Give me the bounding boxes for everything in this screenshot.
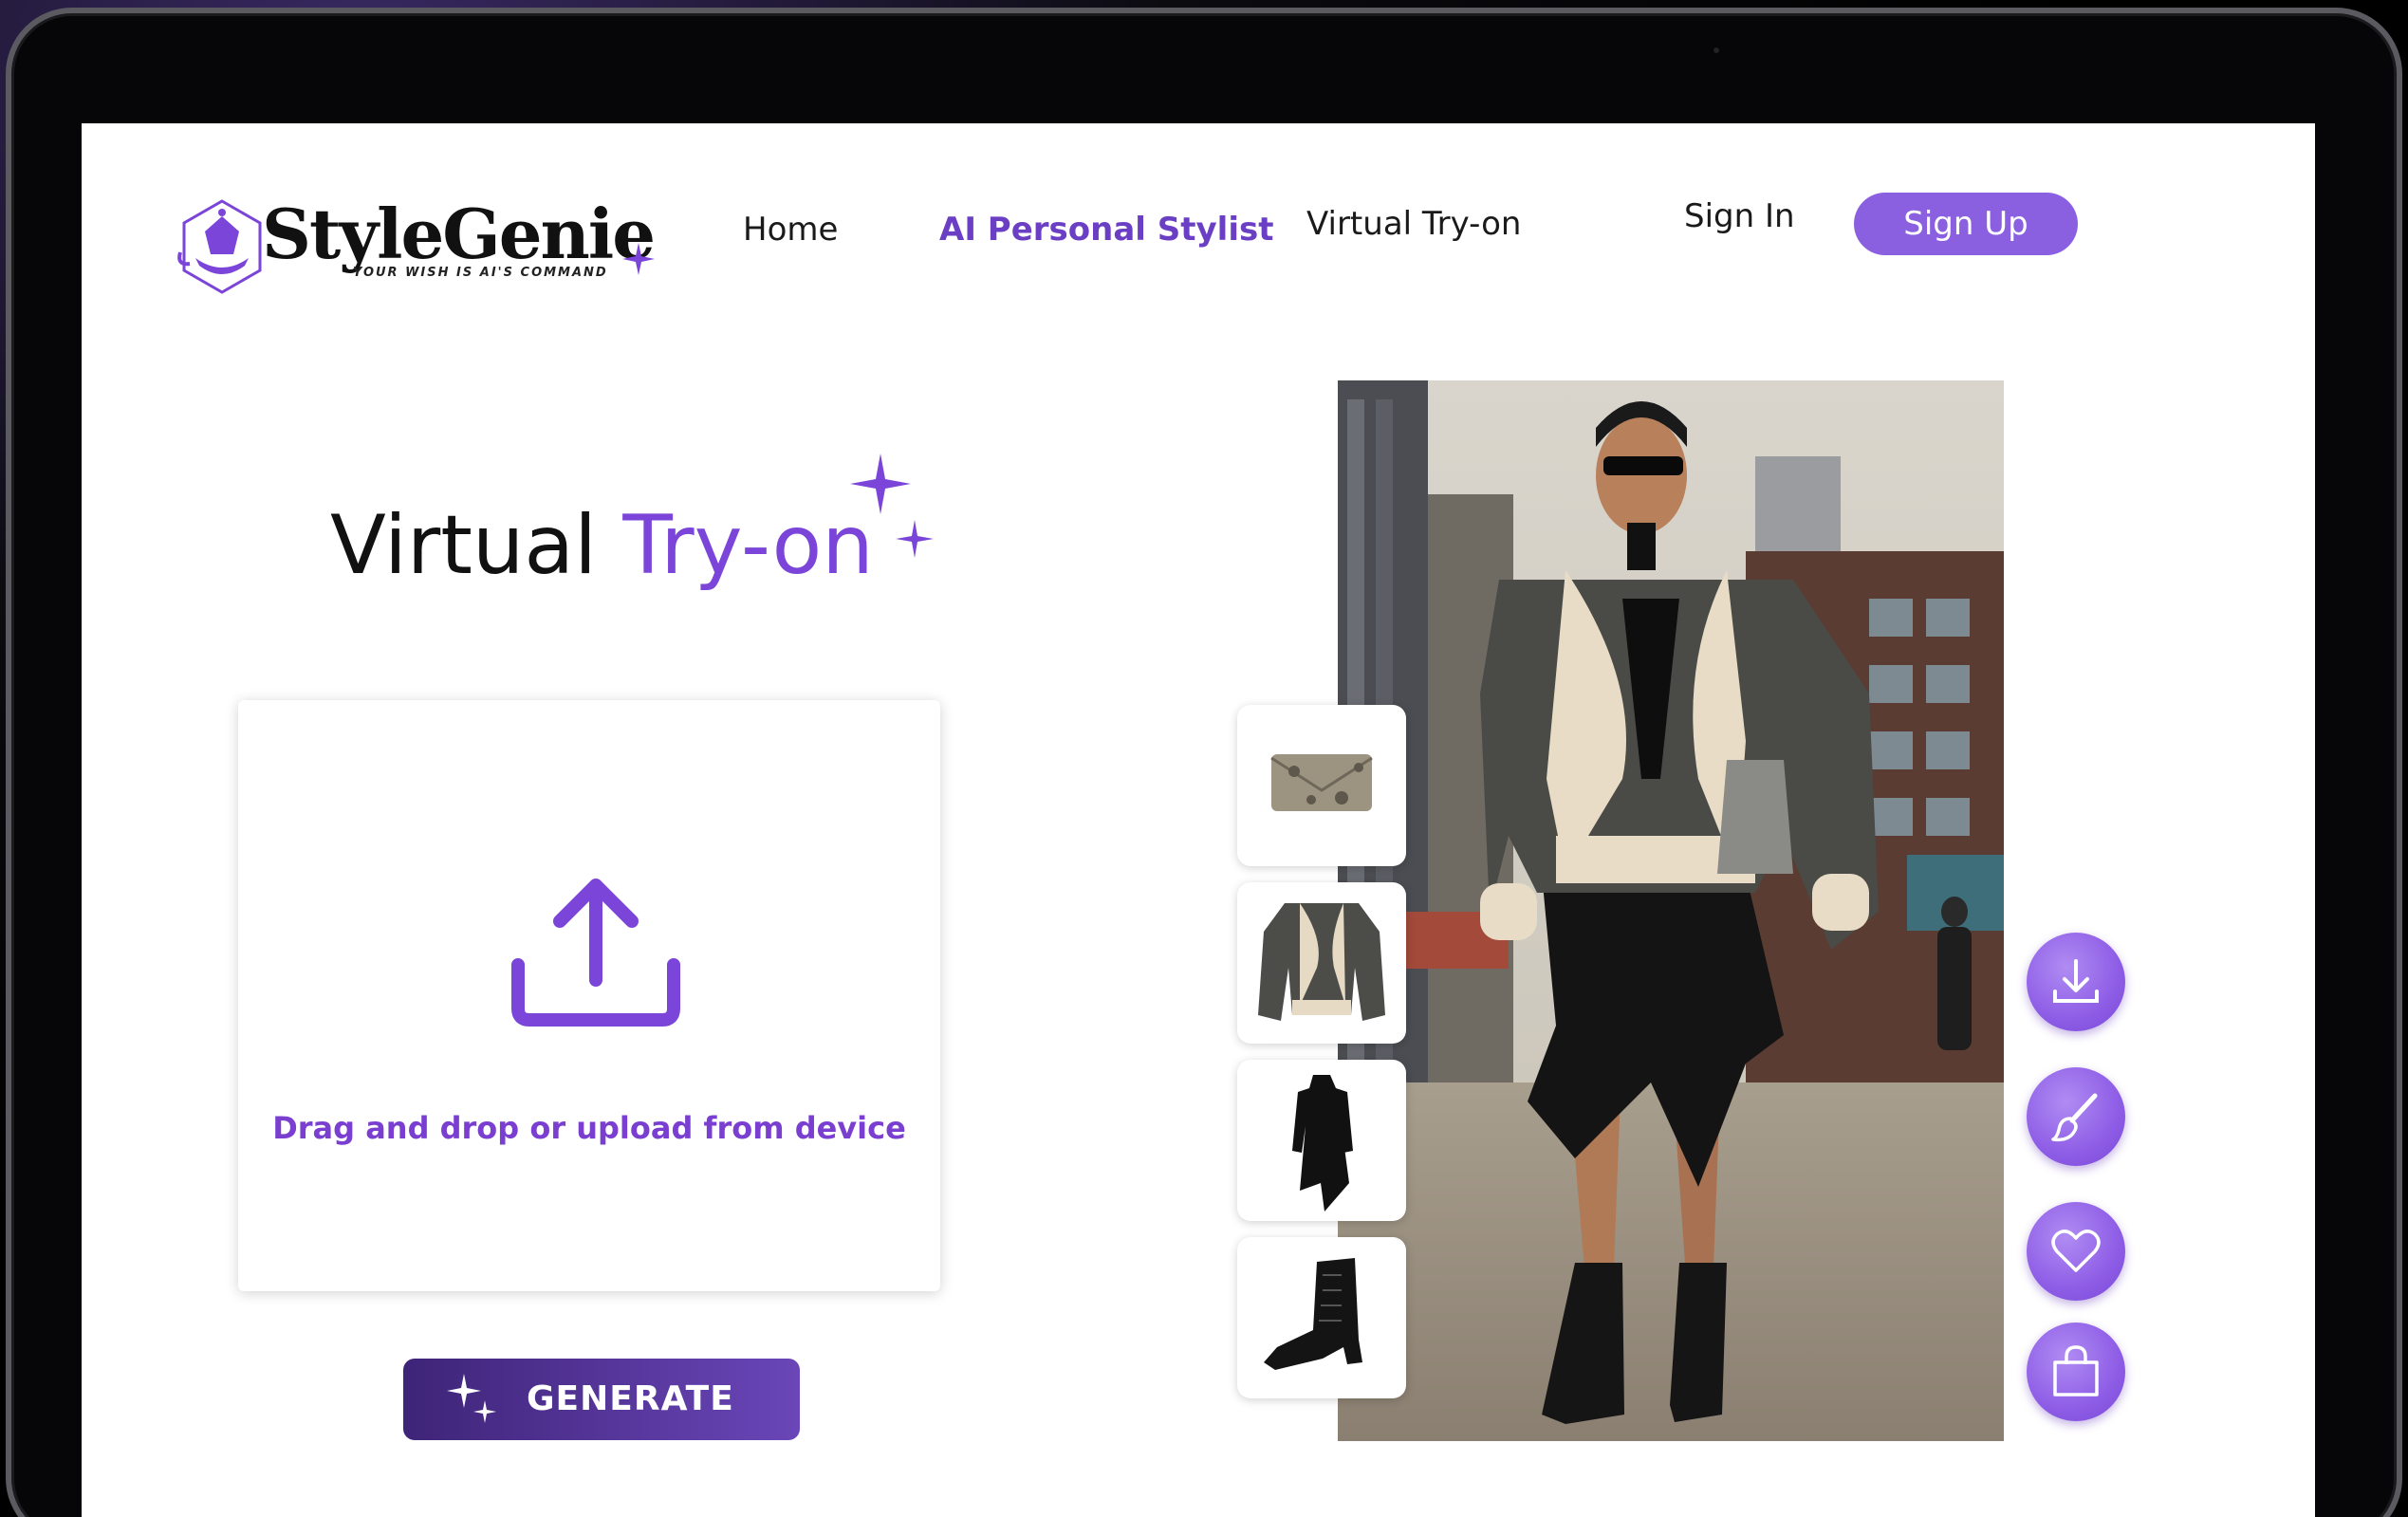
sparkle-icon bbox=[447, 1374, 496, 1423]
nav-virtual-tryon[interactable]: Virtual Try-on bbox=[1306, 205, 1521, 243]
favorite-button[interactable] bbox=[2027, 1202, 2125, 1301]
page-title: Virtual Try-on bbox=[330, 498, 874, 593]
brand-tagline: YOUR WISH IS AI'S COMMAND bbox=[353, 266, 608, 280]
thumb-clutch[interactable] bbox=[1237, 705, 1406, 866]
edit-brush-button[interactable] bbox=[2027, 1067, 2125, 1166]
heart-icon bbox=[2051, 1230, 2101, 1272]
sparkle-icon bbox=[850, 453, 911, 514]
clutch-icon bbox=[1270, 754, 1373, 811]
download-icon bbox=[2053, 959, 2099, 1003]
logo[interactable]: StyleGenie YOUR WISH IS AI'S COMMAND bbox=[176, 188, 656, 302]
boot-icon bbox=[1264, 1258, 1362, 1370]
brand-name: StyleGenie bbox=[262, 194, 656, 274]
generate-button[interactable]: GENERATE bbox=[403, 1359, 800, 1440]
screen: StyleGenie YOUR WISH IS AI'S COMMAND Hom… bbox=[82, 123, 2315, 1517]
street-style-photo bbox=[1338, 380, 2004, 1441]
title-main: Virtual bbox=[330, 498, 623, 593]
upload-dropzone[interactable]: Drag and drop or upload from device bbox=[238, 700, 940, 1291]
sparkle-icon bbox=[622, 243, 655, 275]
generate-label: GENERATE bbox=[527, 1379, 734, 1418]
title-accent: Try-on bbox=[622, 498, 874, 593]
nav-ai-stylist[interactable]: AI Personal Stylist bbox=[939, 211, 1273, 249]
genie-lamp-icon bbox=[177, 199, 262, 294]
sign-up-button[interactable]: Sign Up bbox=[1854, 193, 2078, 255]
camera bbox=[1713, 47, 1719, 53]
upload-prompt: Drag and drop or upload from device bbox=[272, 1110, 906, 1146]
nav-home[interactable]: Home bbox=[743, 211, 838, 249]
upload-icon bbox=[511, 879, 680, 1027]
tryon-result-photo bbox=[1338, 380, 2004, 1441]
sign-in-link[interactable]: Sign In bbox=[1684, 197, 1795, 235]
brush-icon bbox=[2051, 1093, 2098, 1142]
thumb-boot[interactable] bbox=[1237, 1237, 1406, 1398]
dress-icon bbox=[1292, 1075, 1353, 1212]
device-background: StyleGenie YOUR WISH IS AI'S COMMAND Hom… bbox=[0, 0, 2408, 1517]
shopping-bag-icon bbox=[2053, 1345, 2099, 1397]
download-button[interactable] bbox=[2027, 933, 2125, 1031]
sparkle-icon bbox=[896, 520, 934, 558]
thumb-jacket[interactable] bbox=[1237, 882, 1406, 1044]
thumb-dress[interactable] bbox=[1237, 1060, 1406, 1221]
shop-button[interactable] bbox=[2027, 1323, 2125, 1421]
jacket-icon bbox=[1258, 903, 1385, 1021]
